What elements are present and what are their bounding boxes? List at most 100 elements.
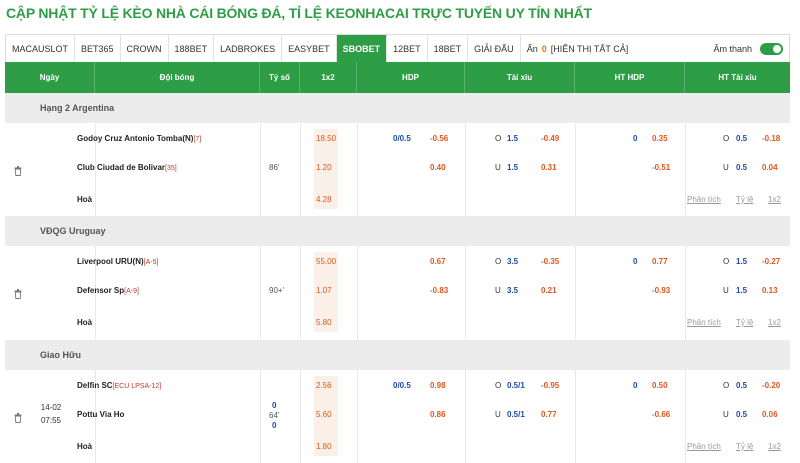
away-team-rank: [35] (165, 165, 177, 172)
match-row: Liverpool URU(N)[A-5] Defensor Sp[A-9] Hoà… (5, 246, 790, 339)
ht-hdp-home-odds[interactable]: 0.77 (652, 257, 668, 266)
odds-1x2-away[interactable]: 5.60 (316, 410, 332, 419)
ht-tx-under-odds[interactable]: 0.04 (762, 163, 778, 172)
odds-link[interactable]: Tỷ lệ (736, 318, 753, 327)
away-team-name: Defensor Sp (77, 286, 125, 295)
tab-macauslot[interactable]: MACAUSLOT (6, 34, 76, 63)
table-header: Ngày Đội bóng Tỷ số 1x2 HDP Tài xỉu HT H… (5, 62, 790, 93)
col-ht-hdp: HT HDP (575, 62, 685, 93)
tx-under-label: U (495, 163, 501, 172)
hdp-home-odds[interactable]: 0.67 (430, 257, 446, 266)
odds-1x2-away[interactable]: 1.07 (316, 286, 332, 295)
tx-over-odds[interactable]: -0.49 (541, 134, 559, 143)
away-team[interactable]: Pottu Via Ho (77, 410, 124, 419)
tab-bet365[interactable]: BET365 (75, 34, 121, 63)
tx-under-odds[interactable]: 0.77 (541, 410, 557, 419)
match-row: 14-02 07:55 Delfin SC[ECU LPSA-12] Pottu Vi… (5, 370, 790, 463)
x12-link[interactable]: 1x2 (768, 195, 781, 204)
match-row: Godoy Cruz Antonio Tomba(N)[7] Club Ciuda… (5, 123, 790, 216)
away-team[interactable]: Club Ciudad de Bolivar[35] (77, 163, 177, 172)
sound-label: Âm thanh (713, 44, 752, 54)
hdp-away-odds[interactable]: -0.83 (430, 286, 448, 295)
tx-over-label: O (495, 257, 502, 266)
odds-1x2-draw[interactable]: 5.80 (316, 318, 332, 327)
away-team-rank: [A-9] (124, 288, 139, 295)
tx-line-under: 0.5/1 (507, 410, 525, 419)
col-hdp: HDP (357, 62, 465, 93)
col-score: Tỷ số (260, 62, 300, 93)
odds-1x2-draw[interactable]: 1.80 (316, 442, 332, 451)
ht-hdp-line: 0 (633, 381, 638, 390)
tx-line-under: 3.5 (507, 286, 519, 295)
away-team[interactable]: Defensor Sp[A-9] (77, 286, 139, 295)
tab-18bet[interactable]: 18BET (428, 34, 469, 63)
ht-tx-under-odds[interactable]: 0.06 (762, 410, 778, 419)
league-header[interactable]: Giao Hữu (5, 340, 790, 370)
col-tai-xiu: Tài xỉu (465, 62, 575, 93)
analysis-link[interactable]: Phân tích (687, 318, 721, 327)
ht-hdp-home-odds[interactable]: 0.35 (652, 134, 668, 143)
home-team[interactable]: Godoy Cruz Antonio Tomba(N)[7] (77, 134, 201, 143)
ht-tx-under-label: U (723, 410, 729, 419)
analysis-link[interactable]: Phân tích (687, 195, 721, 204)
sound-toggle[interactable] (760, 43, 783, 55)
show-all-link[interactable]: [HIỂN THỊ TẤT CẢ] (551, 44, 629, 54)
tab-ladbrokes[interactable]: LADBROKES (214, 34, 283, 63)
tx-line-over: 3.5 (507, 257, 519, 266)
tx-over-odds[interactable]: -0.35 (541, 257, 559, 266)
ht-tx-under-odds[interactable]: 0.13 (762, 286, 778, 295)
tab-giai-dau[interactable]: GIẢI ĐẤU (468, 34, 521, 63)
odds-link[interactable]: Tỷ lệ (736, 442, 753, 451)
match-date: 14-02 (40, 403, 62, 412)
odds-1x2-draw[interactable]: 4.28 (316, 195, 332, 204)
ht-tx-line-over: 0.5 (736, 134, 748, 143)
trash-icon[interactable] (14, 413, 22, 423)
tab-crown[interactable]: CROWN (121, 34, 169, 63)
tx-under-odds[interactable]: 0.31 (541, 163, 557, 172)
tx-over-odds[interactable]: -0.95 (541, 381, 559, 390)
hdp-home-odds[interactable]: -0.56 (430, 134, 448, 143)
score-home: 0 (272, 401, 277, 410)
home-team[interactable]: Delfin SC[ECU LPSA-12] (77, 381, 161, 390)
tx-under-odds[interactable]: 0.21 (541, 286, 557, 295)
ht-hdp-home-odds[interactable]: 0.50 (652, 381, 668, 390)
hdp-away-odds[interactable]: 0.86 (430, 410, 446, 419)
ht-hdp-away-odds[interactable]: -0.66 (652, 410, 670, 419)
home-team-rank: [ECU LPSA-12] (112, 383, 162, 390)
league-header[interactable]: Hạng 2 Argentina (5, 93, 790, 123)
ht-tx-line-under: 0.5 (736, 410, 748, 419)
odds-link[interactable]: Tỷ lệ (736, 195, 753, 204)
odds-1x2-home[interactable]: 2.56 (316, 381, 332, 390)
tab-12bet[interactable]: 12BET (387, 34, 428, 63)
ht-tx-over-odds[interactable]: -0.20 (762, 381, 780, 390)
league-header[interactable]: VĐQG Uruguay (5, 216, 790, 246)
ht-tx-line-over: 1.5 (736, 257, 748, 266)
hdp-home-odds[interactable]: 0.98 (430, 381, 446, 390)
trash-icon[interactable] (14, 166, 22, 176)
col-teams: Đội bóng (95, 62, 260, 93)
col-1x2: 1x2 (300, 62, 357, 93)
x12-link[interactable]: 1x2 (768, 318, 781, 327)
odds-1x2-home[interactable]: 55.00 (316, 257, 336, 266)
tab-sbobet[interactable]: SBOBET (336, 34, 388, 63)
ht-tx-over-odds[interactable]: -0.18 (762, 134, 780, 143)
home-team[interactable]: Liverpool URU(N)[A-5] (77, 257, 158, 266)
hdp-away-odds[interactable]: 0.40 (430, 163, 446, 172)
home-team-name: Godoy Cruz Antonio Tomba(N) (77, 134, 194, 143)
ht-hdp-away-odds[interactable]: -0.93 (652, 286, 670, 295)
home-team-name: Liverpool URU(N) (77, 257, 144, 266)
trash-icon[interactable] (14, 289, 22, 299)
tab-188bet[interactable]: 188BET (169, 34, 215, 63)
away-team-name: Club Ciudad de Bolivar (77, 163, 166, 172)
x12-link[interactable]: 1x2 (768, 442, 781, 451)
tx-over-label: O (495, 381, 502, 390)
match-minute: 90+' (269, 286, 285, 295)
odds-1x2-away[interactable]: 1.20 (316, 163, 332, 172)
analysis-link[interactable]: Phân tích (687, 442, 721, 451)
ht-tx-over-label: O (723, 257, 730, 266)
ht-tx-over-odds[interactable]: -0.27 (762, 257, 780, 266)
tab-easybet[interactable]: EASYBET (282, 34, 337, 63)
ht-hdp-away-odds[interactable]: -0.51 (652, 163, 670, 172)
hdp-line: 0/0.5 (393, 134, 411, 143)
odds-1x2-home[interactable]: 18.50 (316, 134, 336, 143)
